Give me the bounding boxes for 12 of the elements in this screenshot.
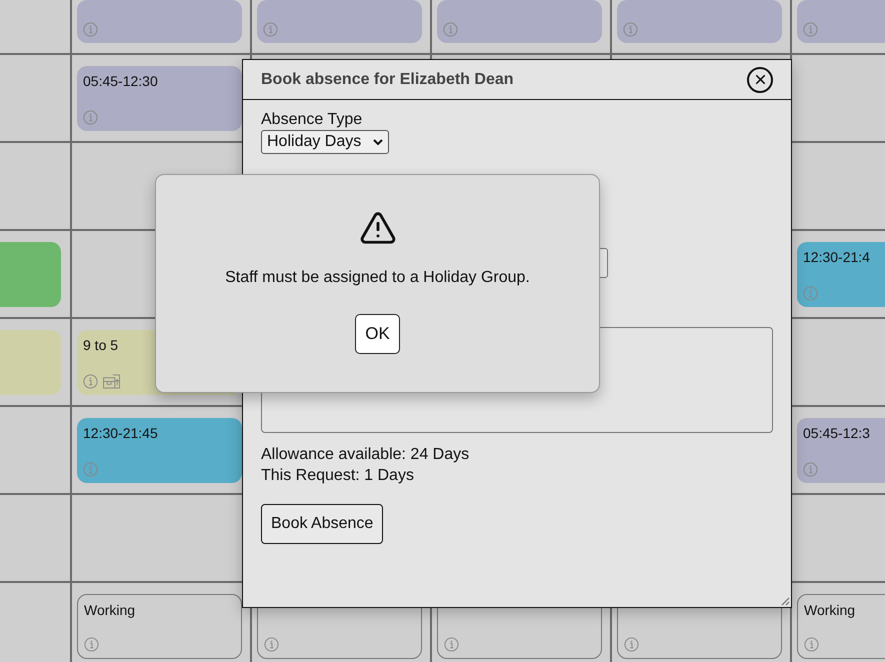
request-text: This Request: 1 Days — [261, 466, 414, 486]
shift-time: Working — [804, 602, 856, 618]
shift-time: 12:30-21:45 — [83, 425, 159, 441]
dialog-title: Book absence for Elizabeth Dean — [261, 70, 514, 88]
shift-time: Working — [84, 602, 136, 618]
shift-time: 05:45-12:3 — [803, 425, 871, 441]
shift-time: 05:45-12:30 — [83, 73, 159, 89]
shift-time: 9 to 5 — [83, 337, 120, 353]
shift-time: 12:30-21:4 — [803, 249, 871, 265]
allowance-text: Allowance available: 24 Days — [261, 445, 470, 465]
field-label: Absence Type — [261, 110, 362, 130]
alert-message: Staff must be assigned to a Holiday Group. — [225, 269, 530, 287]
